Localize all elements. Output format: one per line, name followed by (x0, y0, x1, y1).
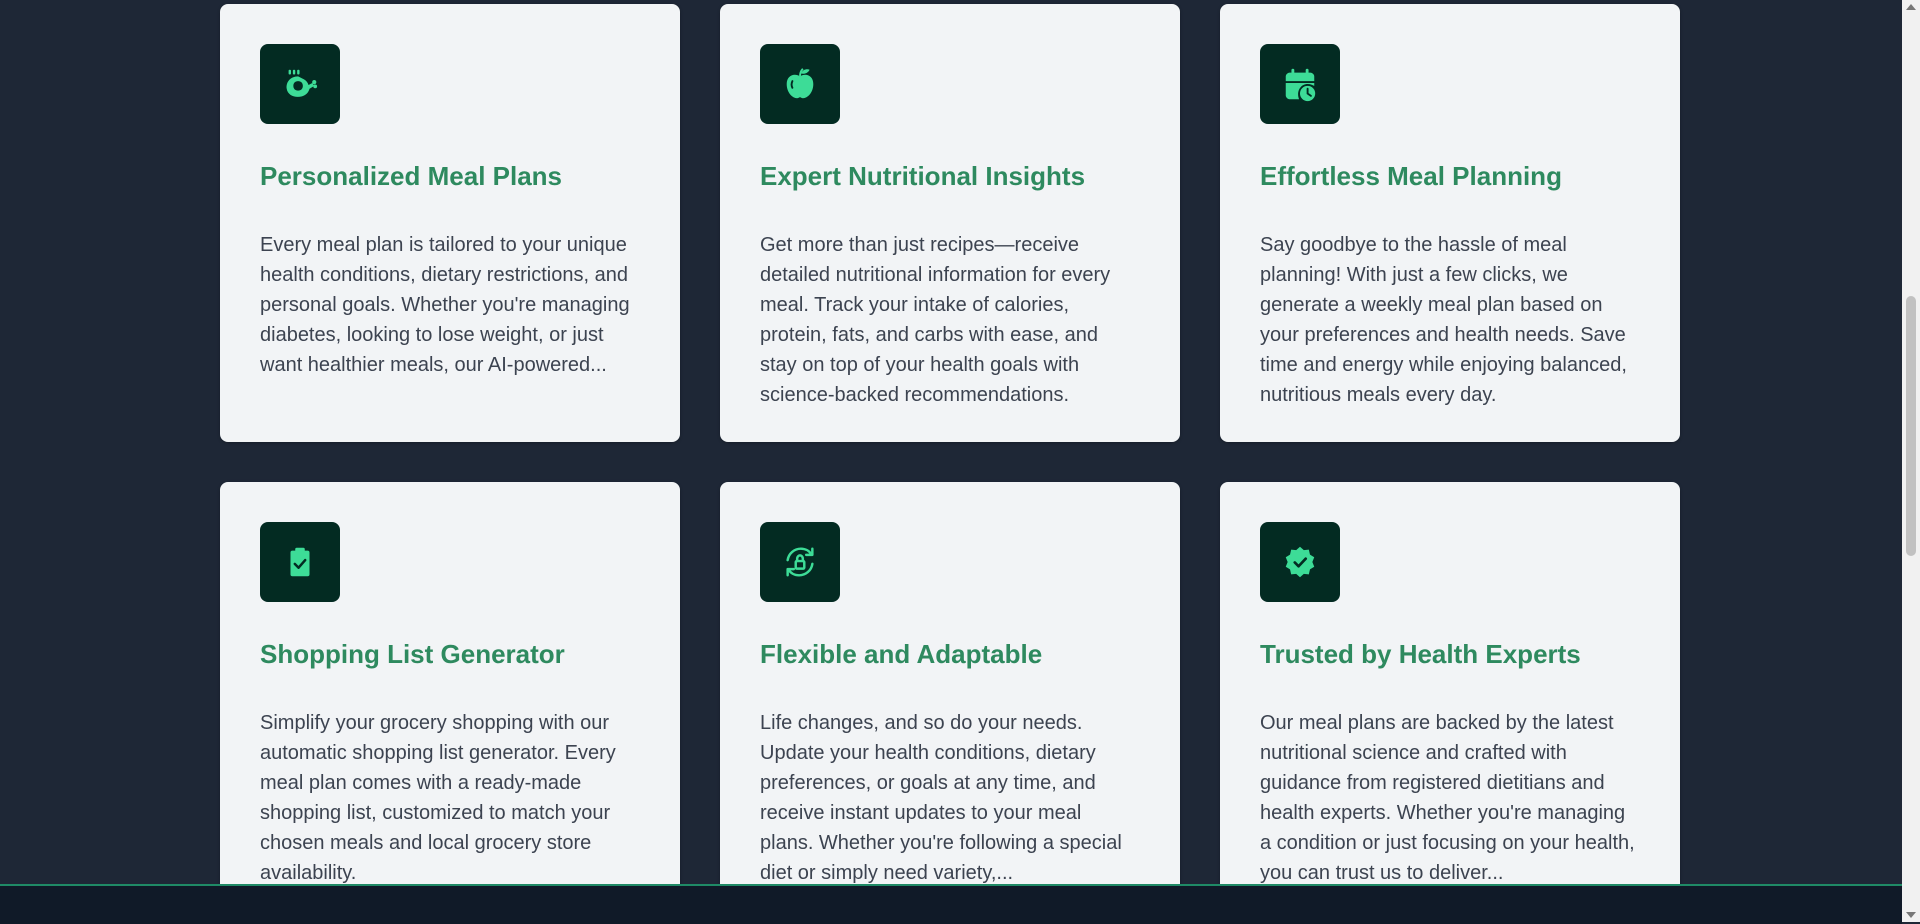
feature-title: Shopping List Generator (260, 639, 565, 669)
apple-icon (760, 44, 840, 124)
feature-card-trusted-by-health-experts: Trusted by Health Experts Our meal plans… (1220, 482, 1680, 920)
feature-title: Effortless Meal Planning (1260, 161, 1562, 191)
feature-title: Personalized Meal Plans (260, 161, 563, 191)
calendar-clock-icon (1260, 44, 1340, 124)
feature-card-effortless-meal-planning: Effortless Meal Planning Say goodbye to … (1220, 4, 1680, 442)
feature-description: Every meal plan is tailored to your uniq… (260, 234, 630, 376)
feature-card-personalized-meal-plans: Personalized Meal Plans Every meal plan … (220, 4, 680, 442)
feature-card-flexible-and-adaptable: Flexible and Adaptable Life changes, and… (720, 482, 1180, 920)
chicken-drumstick-icon (260, 44, 340, 124)
feature-title: Expert Nutritional Insights (760, 161, 1086, 191)
vertical-scrollbar[interactable] (1902, 0, 1920, 922)
feature-description: Say goodbye to the hassle of meal planni… (1260, 234, 1627, 406)
feature-title: Flexible and Adaptable (760, 639, 1043, 669)
footer-edge (0, 884, 1902, 924)
feature-description: Get more than just recipes—receive detai… (760, 234, 1111, 406)
clipboard-check-icon (260, 522, 340, 602)
refresh-lock-icon (760, 522, 840, 602)
feature-description: Our meal plans are backed by the latest … (1260, 712, 1635, 884)
feature-card-shopping-list-generator: Shopping List Generator Simplify your gr… (220, 482, 680, 920)
feature-title: Trusted by Health Experts (1260, 639, 1581, 669)
features-grid: Personalized Meal Plans Every meal plan … (220, 4, 1680, 920)
feature-description: Simplify your grocery shopping with our … (260, 712, 616, 884)
scroll-up-arrow-icon[interactable] (1906, 4, 1916, 10)
scrollbar-thumb[interactable] (1906, 296, 1916, 556)
verified-badge-icon (1260, 522, 1340, 602)
feature-description: Life changes, and so do your needs. Upda… (760, 712, 1122, 884)
scroll-down-arrow-icon[interactable] (1906, 912, 1916, 918)
feature-card-expert-nutritional-insights: Expert Nutritional Insights Get more tha… (720, 4, 1180, 442)
